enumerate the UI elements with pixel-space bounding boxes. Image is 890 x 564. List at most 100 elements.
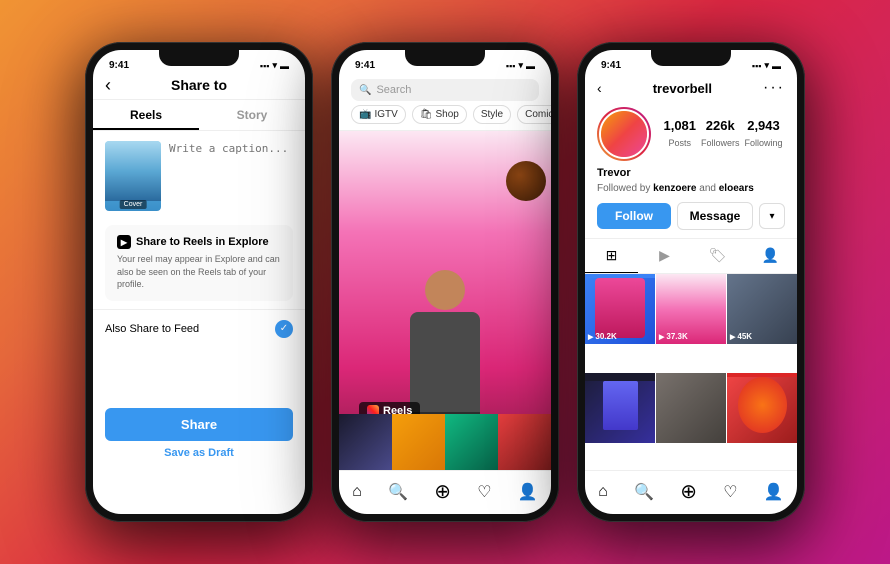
follower-2: eloears <box>719 183 754 194</box>
explore-section: ▶ Share to Reels in Explore Your reel ma… <box>105 225 293 301</box>
play-icon-3: ▶ <box>730 333 735 341</box>
play-icon-1: ▶ <box>588 333 593 341</box>
thumb-2 <box>392 414 445 470</box>
bio-name: Trevor <box>585 167 797 183</box>
nav-heart-2[interactable]: ♡ <box>477 482 491 502</box>
nav-add-2[interactable]: ⊕ <box>434 479 451 504</box>
phone-3: 9:41 ▪▪▪ ▾ ▬ ‹ trevorbell ··· 1,081 Post… <box>577 42 805 522</box>
nav-profile-2[interactable]: 👤 <box>518 482 538 502</box>
profile-grid: ▶ 30.2K ▶ 37.3K ▶ 45K <box>585 274 797 470</box>
feed-label: Also Share to Feed <box>105 323 199 335</box>
avatar <box>597 107 651 161</box>
search-placeholder-text: Search <box>376 84 411 96</box>
filter-igtv[interactable]: 📺IGTV <box>351 105 406 124</box>
grid-item-4[interactable] <box>585 373 655 443</box>
explore-title: ▶ Share to Reels in Explore <box>117 235 281 249</box>
back-button[interactable]: ‹ <box>105 75 111 96</box>
feed-checkbox[interactable]: ✓ <box>275 320 293 338</box>
grid-item-5[interactable] <box>656 373 726 443</box>
explore-title-text: Share to Reels in Explore <box>136 236 269 248</box>
battery-icon-3: ▬ <box>772 61 781 71</box>
filter-style[interactable]: Style <box>473 105 511 124</box>
follow-button[interactable]: Follow <box>597 203 671 229</box>
grid-item-2[interactable]: ▶ 37.3K <box>656 274 726 344</box>
following-stat: 2,943 Following <box>744 118 782 151</box>
tab-story[interactable]: Story <box>199 100 305 130</box>
reels-tab[interactable]: ▶ <box>638 239 691 273</box>
wifi-icon-2: ▾ <box>518 60 523 71</box>
notch-2 <box>405 50 485 66</box>
caption-input[interactable] <box>169 141 293 211</box>
time-2: 9:41 <box>355 60 375 71</box>
signal-icon: ▪▪▪ <box>260 61 270 71</box>
filter-shop[interactable]: 🛍Shop <box>412 105 467 124</box>
search-bar: 🔍 Search <box>339 73 551 105</box>
cover-thumbnail[interactable]: Cover <box>105 141 161 211</box>
profile-info: 1,081 Posts 226k Followers 2,943 Followi… <box>585 101 797 167</box>
posts-label: Posts <box>669 138 692 148</box>
play-icon-2: ▶ <box>659 333 664 341</box>
nav-search-3[interactable]: 🔍 <box>634 482 654 502</box>
battery-icon: ▬ <box>280 61 289 71</box>
nav-home-3[interactable]: ⌂ <box>598 483 608 501</box>
followers-stat: 226k Followers <box>701 118 740 151</box>
grid-item-3[interactable]: ▶ 45K <box>727 274 797 344</box>
status-icons-1: ▪▪▪ ▾ ▬ <box>260 60 289 71</box>
profile-back-button[interactable]: ‹ <box>597 80 602 96</box>
nav-heart-3[interactable]: ♡ <box>723 482 737 502</box>
share-tabs: Reels Story <box>93 100 305 131</box>
time-1: 9:41 <box>109 60 129 71</box>
share-title: Share to <box>171 77 227 93</box>
igtv-profile-tab[interactable]: 👤 <box>744 239 797 273</box>
nav-profile-3[interactable]: 👤 <box>764 482 784 502</box>
status-icons-3: ▪▪▪ ▾ ▬ <box>752 60 781 71</box>
thumb-4 <box>498 414 551 470</box>
action-buttons: Follow Message ▾ <box>585 202 797 238</box>
grid-item-1[interactable]: ▶ 30.2K <box>585 274 655 344</box>
tab-reels[interactable]: Reels <box>93 100 199 130</box>
grid-tab[interactable]: ⊞ <box>585 239 638 273</box>
bottom-nav-3: ⌂ 🔍 ⊕ ♡ 👤 <box>585 470 797 514</box>
reels-explore-icon: ▶ <box>117 235 131 249</box>
battery-icon-2: ▬ <box>526 61 535 71</box>
figure-head <box>425 270 465 310</box>
phone-2: 9:41 ▪▪▪ ▾ ▬ 🔍 Search 📺IGTV 🛍Shop Style … <box>331 42 559 522</box>
figure-body <box>410 312 480 412</box>
phone-1: 9:41 ▪▪▪ ▾ ▬ ‹ Share to Reels Story Cove… <box>85 42 313 522</box>
thumb-3 <box>445 414 498 470</box>
more-options-button[interactable]: ··· <box>763 79 785 97</box>
nav-search-2[interactable]: 🔍 <box>388 482 408 502</box>
following-label: Following <box>744 138 782 148</box>
profile-stats: 1,081 Posts 226k Followers 2,943 Followi… <box>661 118 785 151</box>
view-count-3: ▶ 45K <box>730 332 752 341</box>
view-count-2: ▶ 37.3K <box>659 332 688 341</box>
followers-count: 226k <box>701 118 740 133</box>
profile-username: trevorbell <box>653 81 712 96</box>
posts-count: 1,081 <box>663 118 696 133</box>
nav-home-2[interactable]: ⌂ <box>352 483 362 501</box>
grid-item-6[interactable] <box>727 373 797 443</box>
profile-icon-tabs: ⊞ ▶ 🏷 👤 <box>585 238 797 274</box>
tagged-tab[interactable]: 🏷 <box>691 239 744 273</box>
profile-header: ‹ trevorbell ··· <box>585 73 797 101</box>
message-button[interactable]: Message <box>677 202 753 230</box>
filter-comics[interactable]: Comics <box>517 105 551 124</box>
dropdown-button[interactable]: ▾ <box>759 203 785 229</box>
notch-3 <box>651 50 731 66</box>
search-input-wrap[interactable]: 🔍 Search <box>351 79 539 101</box>
save-draft-button[interactable]: Save as Draft <box>93 447 305 463</box>
avatar-inner <box>599 109 649 159</box>
share-button[interactable]: Share <box>105 408 293 441</box>
wifi-icon: ▾ <box>272 60 277 71</box>
followers-label: Followers <box>701 138 740 148</box>
status-icons-2: ▪▪▪ ▾ ▬ <box>506 60 535 71</box>
signal-icon-2: ▪▪▪ <box>506 61 516 71</box>
posts-stat: 1,081 Posts <box>663 118 696 151</box>
view-count-1: ▶ 30.2K <box>588 332 617 341</box>
thumbnail-row <box>339 414 551 470</box>
nav-add-3[interactable]: ⊕ <box>680 479 697 504</box>
thumb-1 <box>339 414 392 470</box>
follower-1: kenzoere <box>653 183 696 194</box>
wifi-icon-3: ▾ <box>764 60 769 71</box>
filter-tabs: 📺IGTV 🛍Shop Style Comics TV & Movie <box>339 105 551 131</box>
